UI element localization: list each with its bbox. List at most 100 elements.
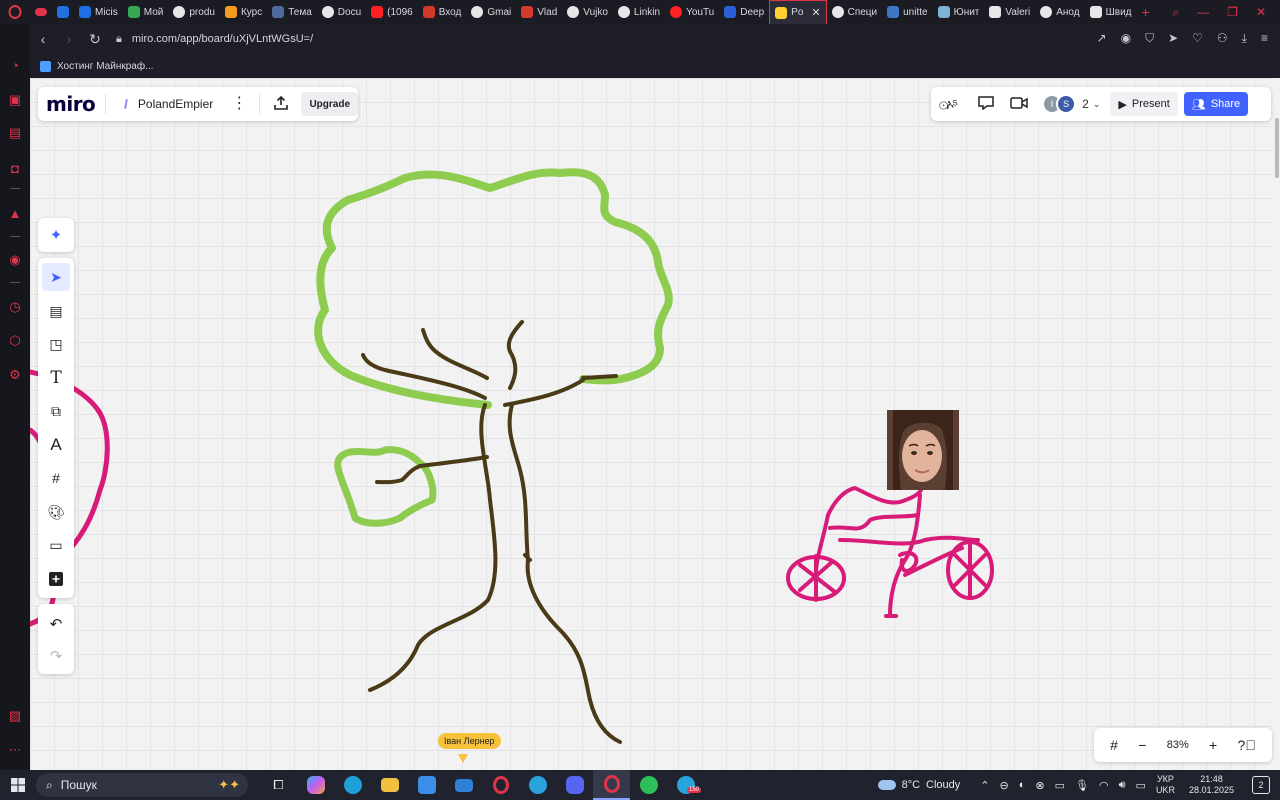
telegram-icon[interactable] [519,770,556,800]
reactions-icon[interactable]: ⊙ኦ⁵ [939,96,958,113]
lock-icon[interactable]: 🔒︎ [116,33,122,46]
browser-tab[interactable]: Docu [317,0,366,24]
shield-icon[interactable]: ⛉ [1145,31,1154,46]
weather-widget[interactable]: 8°C Cloudy [877,779,960,791]
tray-app-icon[interactable]: ⊖ [1000,779,1009,792]
microphone-icon[interactable]: 🎙︎ [1075,779,1089,792]
browser-tab[interactable]: Мой [123,0,169,24]
browser-tab[interactable]: unitte [882,0,932,24]
browser-tab[interactable]: Специ [827,0,883,24]
share-button[interactable]: 👥︎ Share [1183,92,1249,116]
bookmark-item[interactable]: Хостинг Майнкраф... [57,61,153,72]
miro-logo[interactable]: miro [46,92,96,116]
history-icon[interactable]: ◷ [7,299,23,315]
task-view-icon[interactable]: ⧠ [260,770,297,800]
search-tabs-icon[interactable]: ⌕ [1172,5,1179,20]
player-icon[interactable]: ◉ [7,252,23,268]
url-field[interactable]: miro.com/app/board/uXjVLntWGsU=/ [132,33,313,45]
reload-icon[interactable]: ↻ [82,31,108,48]
copilot-icon[interactable] [297,770,334,800]
fit-to-screen-icon[interactable]: # [1110,737,1118,753]
more-icon[interactable]: ⋯ [7,742,23,758]
tray-app-icon[interactable]: ◐ [1019,779,1026,791]
more-apps-tool[interactable] [42,565,70,593]
mail-icon[interactable] [445,770,482,800]
browser-tab[interactable] [52,0,74,24]
browser-tab[interactable]: Швид [1085,0,1137,24]
opera-icon[interactable] [482,770,519,800]
present-button[interactable]: ▶ Present [1110,92,1178,116]
twitch-icon[interactable]: ▤ [7,125,23,141]
sticky-note-tool[interactable]: ◳ [42,330,70,358]
settings-icon[interactable]: ⚙ [7,367,23,383]
language-indicator[interactable]: УКР UKR [1156,774,1175,796]
zoom-in-icon[interactable]: + [1209,737,1217,753]
back-icon[interactable]: ‹ [30,31,56,47]
extensions-icon[interactable]: ⬡ [7,333,23,349]
close-window-icon[interactable]: ✕ [1256,5,1266,19]
help-icon[interactable]: ?⃝ [1238,737,1256,753]
aria-icon[interactable]: ▲ [7,206,23,222]
scrollbar-thumb[interactable] [1275,118,1279,178]
browser-tab[interactable]: Юнит [933,0,985,24]
send-icon[interactable]: ➤ [1168,31,1178,46]
export-icon[interactable] [273,95,289,114]
heart-icon[interactable]: ♡ [1192,31,1203,46]
chevron-up-icon[interactable]: ⌃ [980,779,989,792]
volume-icon[interactable]: 🔊︎ [1119,779,1126,792]
menu-icon[interactable]: ≡ [1261,31,1268,46]
browser-tab[interactable]: Deep [719,0,769,24]
color-palette-tool[interactable]: 🎨︎ [42,498,70,526]
restore-window-icon[interactable]: ❐ [1227,5,1238,19]
taskbar-search[interactable]: ⌕ Пошук ✦✦ [36,773,248,797]
browser-tab[interactable]: Micis [74,0,123,24]
miro-board-canvas[interactable] [30,78,1273,770]
browser-tab[interactable]: Анод [1035,0,1084,24]
edge-icon[interactable] [334,770,371,800]
snapshot-icon[interactable]: ◉ [1121,31,1131,46]
templates-tool[interactable]: ▤ [42,297,70,325]
board-title[interactable]: PolandEmpier [138,97,213,111]
share-page-icon[interactable]: ↗ [1097,31,1107,46]
canvas-scrollbar[interactable] [1273,78,1280,770]
browser-tab[interactable]: Тема [267,0,317,24]
new-tab-button[interactable]: + [1137,0,1155,24]
tab-gamepad[interactable] [30,0,52,24]
upgrade-button[interactable]: Upgrade [301,92,358,116]
profile-icon[interactable]: ⚇ [1217,31,1228,46]
wifi-icon[interactable]: ◠ [1099,779,1109,792]
browser-tab[interactable]: Gmai [466,0,516,24]
chevron-down-icon[interactable]: ⌄ [1093,99,1101,110]
face-photo-image[interactable] [887,410,959,490]
browser-tab-active[interactable]: Po ✕ [769,0,827,24]
shapes-tool[interactable]: ⧉ [42,397,70,425]
redo-button[interactable]: ↷ [42,642,70,670]
video-call-icon[interactable] [1010,96,1028,112]
browser-tab[interactable]: (1096 [366,0,418,24]
file-explorer-icon[interactable] [371,770,408,800]
telegram-badge-icon[interactable]: 150 [667,770,704,800]
speed-dial-icon[interactable]: ◔ [7,58,23,74]
browser-tab[interactable]: YouTu [665,0,719,24]
text-tool[interactable]: T [42,364,70,392]
comments-icon[interactable] [978,95,994,113]
forward-icon[interactable]: › [56,31,82,47]
close-tab-icon[interactable]: ✕ [811,6,820,19]
browser-tab[interactable]: Курс [220,0,267,24]
notification-center-icon[interactable]: 2 [1252,776,1270,794]
collaborator-avatars[interactable]: I S 2 ⌄ [1042,94,1100,114]
battery-icon[interactable]: ▭ [1136,779,1146,792]
windows-start-icon[interactable] [0,770,36,800]
comment-tool[interactable]: ▭ [42,531,70,559]
undo-button[interactable]: ↶ [42,610,70,638]
opera-logo-icon[interactable] [0,0,30,24]
vpn-icon[interactable] [630,770,667,800]
zoom-out-icon[interactable]: − [1138,737,1146,753]
picture-in-picture-icon[interactable]: ▨ [7,708,23,724]
browser-tab[interactable]: Вход [418,0,467,24]
minimize-window-icon[interactable]: — [1197,5,1209,19]
discord-icon[interactable] [556,770,593,800]
chat-icon[interactable]: ▭ [1055,779,1065,792]
avatar[interactable]: S [1056,94,1077,114]
browser-tab[interactable]: Linkin [613,0,665,24]
